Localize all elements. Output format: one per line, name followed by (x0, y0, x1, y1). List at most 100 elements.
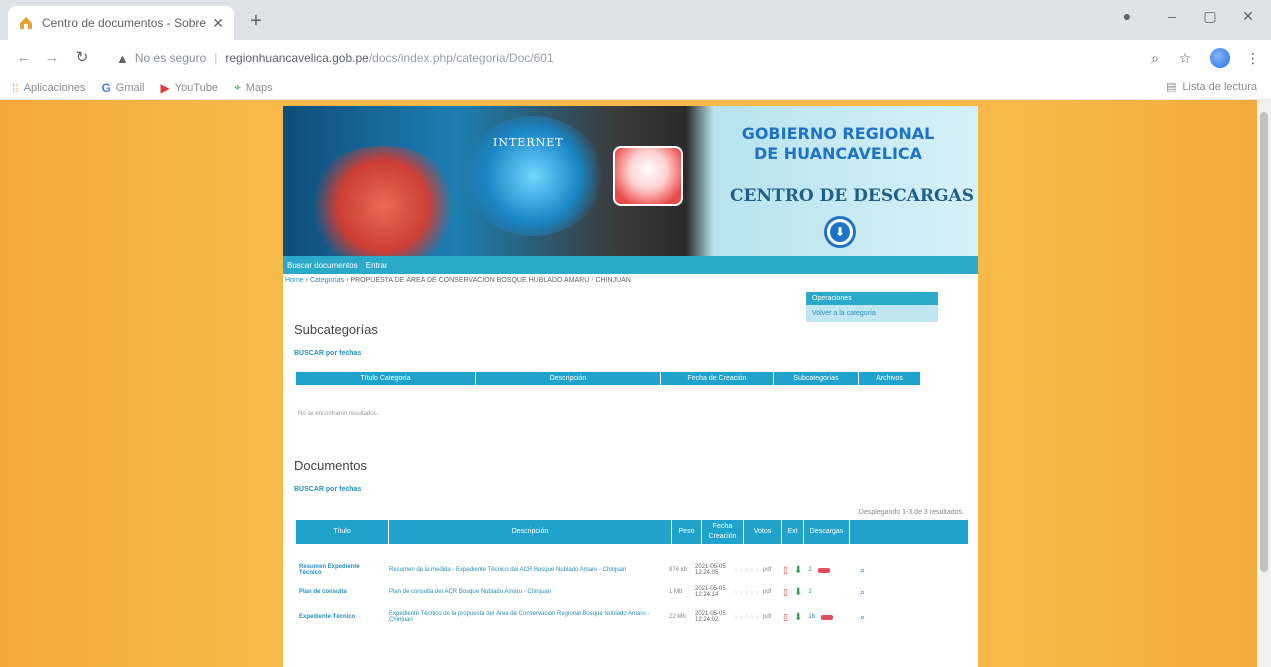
bookmark-label: Maps (245, 81, 273, 94)
page-title: CENTRO DE DESCARGAS (730, 186, 974, 206)
bookmark-label: YouTube (174, 81, 218, 94)
doc-title-link[interactable]: Plan de consulta (296, 589, 386, 595)
url-input[interactable]: ▲ No es seguro | regionhuancavelica.gob.… (106, 44, 1136, 72)
doc-description-link[interactable]: Resumen de la medida - Expediente Técnic… (386, 567, 666, 573)
warning-icon: ▲ (116, 50, 129, 66)
home-favicon-icon (20, 17, 32, 29)
avatar[interactable] (1210, 48, 1230, 68)
doc-ext: pdf (763, 567, 772, 573)
youtube-icon: ▶ (160, 80, 170, 95)
th-ext[interactable]: Ext (782, 520, 804, 544)
documents-table-header: Título Descripción Peso Fecha Creación V… (296, 520, 968, 544)
status-badge (817, 567, 830, 573)
profile-circle-icon[interactable]: ● (1115, 8, 1139, 24)
th-descripcion[interactable]: Descripción (389, 520, 672, 544)
doc-size: 874 kb (669, 567, 688, 573)
bookmark-star-icon[interactable]: ☆ (1176, 50, 1194, 67)
org-name: GOBIERNO REGIONAL DE HUANCAVELICA (738, 124, 938, 164)
breadcrumb-current: PROPUESTA DE ÁREA DE CONSERVACIÓN BOSQUE… (350, 277, 631, 284)
th-descripcion[interactable]: Descripción (476, 372, 661, 385)
banner-internet-text: INTERNET (493, 136, 564, 149)
status-badge (821, 614, 834, 620)
th-archivos[interactable]: Archivos (859, 372, 920, 385)
documents-search-link[interactable]: BUSCAR por fechas (294, 486, 361, 493)
download-circle-icon: ⬇ (824, 216, 856, 248)
th-peso[interactable]: Peso (672, 520, 702, 544)
menu-item-entrar[interactable]: Entrar (366, 261, 388, 270)
tab-active[interactable]: Centro de documentos - Sobre ✕ (8, 6, 234, 40)
doc-description-link[interactable]: Expediente Técnico de la propuesta del Á… (386, 611, 666, 623)
doc-title-link[interactable]: Expediente Técnico (296, 614, 386, 620)
doc-title-link[interactable]: Resumen Expediente Técnico (296, 564, 386, 576)
bookmark-maps[interactable]: ⌖ Maps (234, 80, 273, 95)
doc-ext: pdf (763, 614, 772, 620)
top-menu: Buscar documentos Entrar (283, 256, 978, 274)
doc-actions: ▯ ⬇ 2 ⌕ (780, 587, 868, 598)
new-tab-button[interactable]: + (244, 10, 268, 34)
url-separator: | (214, 51, 218, 65)
bookmark-label: Gmail (115, 81, 145, 94)
th-fecha-creacion[interactable]: Fecha de Creación (661, 372, 774, 385)
breadcrumb-home[interactable]: Home (285, 277, 304, 284)
page-viewport: INTERNET GOBIERNO REGIONAL DE HUANCAVELI… (0, 100, 1271, 667)
minimize-icon[interactable]: – (1160, 8, 1184, 24)
doc-size: 22 Mb (669, 614, 686, 620)
window-close-icon[interactable]: ✕ (1236, 8, 1260, 25)
reload-icon[interactable]: ↻ (72, 48, 92, 68)
doc-description-link[interactable]: Plan de consulta del ACR Bosque Nublado … (386, 589, 666, 595)
menu-kebab-icon[interactable]: ⋮ (1244, 50, 1262, 67)
operations-header: Operaciones (806, 292, 938, 305)
download-count: 2 (808, 567, 812, 573)
region-logo (613, 146, 683, 206)
subcategories-search-link[interactable]: BUSCAR por fechas (294, 350, 361, 357)
breadcrumb: Home › Categorías › PROPUESTA DE ÁREA DE… (285, 277, 631, 284)
download-icon[interactable]: ⬇ (794, 612, 802, 623)
view-icon[interactable]: ⌕ (860, 587, 865, 598)
subcategories-table-header: Título Categoría Descripción Fecha de Cr… (296, 372, 920, 385)
rating-stars[interactable]: ☆☆☆☆☆ (730, 567, 760, 574)
doc-size: 1 Mb (669, 589, 683, 595)
doc-date: 2021-05-05 12:24:02 (695, 611, 726, 623)
forward-icon[interactable]: → (42, 48, 62, 68)
bookmarks-bar: ⁞⁞ Aplicaciones G Gmail ▶ YouTube ⌖ Maps… (0, 76, 1271, 100)
download-count: 2 (808, 589, 812, 595)
back-icon[interactable]: ← (14, 48, 34, 68)
view-icon[interactable]: ⌕ (860, 565, 865, 576)
download-icon[interactable]: ⬇ (794, 565, 802, 576)
rating-stars[interactable]: ☆☆☆☆☆ (730, 614, 760, 621)
scrollbar[interactable] (1257, 100, 1271, 667)
subcategories-heading: Subcategorías (294, 322, 378, 337)
view-icon[interactable]: ⌕ (860, 612, 865, 623)
rating-stars[interactable]: ☆☆☆☆☆ (730, 589, 760, 596)
th-votos[interactable]: Votos (744, 520, 782, 544)
th-titulo-categoria[interactable]: Título Categoría (296, 372, 476, 385)
bookmark-label: Aplicaciones (23, 81, 86, 94)
menu-item-buscar[interactable]: Buscar documentos (287, 261, 358, 270)
th-descargas[interactable]: Descargas (804, 520, 850, 544)
zoom-icon[interactable]: ⌕ (1146, 50, 1164, 67)
results-count: Desplegando 1-3 de 3 resultados. (858, 509, 964, 516)
bookmark-gmail[interactable]: G Gmail (101, 81, 144, 95)
table-row: Resumen Expediente Técnico Resumen de la… (296, 560, 968, 580)
doc-actions: ▯ ⬇ 18 ⌕ (780, 612, 868, 623)
documents-heading: Documentos (294, 458, 367, 473)
tab-title: Centro de documentos - Sobre (42, 16, 207, 30)
scrollbar-thumb[interactable] (1260, 112, 1268, 572)
th-subcategorias[interactable]: Subcategorías (774, 372, 859, 385)
tab-close-icon[interactable]: ✕ (212, 15, 224, 32)
url-domain: regionhuancavelica.gob.pe (225, 51, 369, 65)
bookmark-apps[interactable]: ⁞⁞ Aplicaciones (12, 81, 85, 95)
download-icon[interactable]: ⬇ (794, 587, 802, 598)
back-to-category-link[interactable]: Volver a la categoría (806, 305, 938, 322)
restore-icon[interactable]: ▢ (1198, 8, 1222, 25)
th-titulo[interactable]: Título (296, 520, 389, 544)
reading-list-button[interactable]: ▤ Lista de lectura (1166, 80, 1257, 94)
pdf-icon: ▯ (783, 564, 788, 575)
breadcrumb-categories[interactable]: Categorías (310, 277, 344, 284)
bookmark-youtube[interactable]: ▶ YouTube (161, 81, 218, 95)
doc-date: 2021-05-05 12:24:05 (695, 564, 726, 576)
breadcrumb-separator: › (346, 277, 349, 284)
th-fecha-creacion[interactable]: Fecha Creación (702, 520, 744, 544)
breadcrumb-separator: › (305, 277, 308, 284)
google-icon: G (101, 80, 111, 95)
